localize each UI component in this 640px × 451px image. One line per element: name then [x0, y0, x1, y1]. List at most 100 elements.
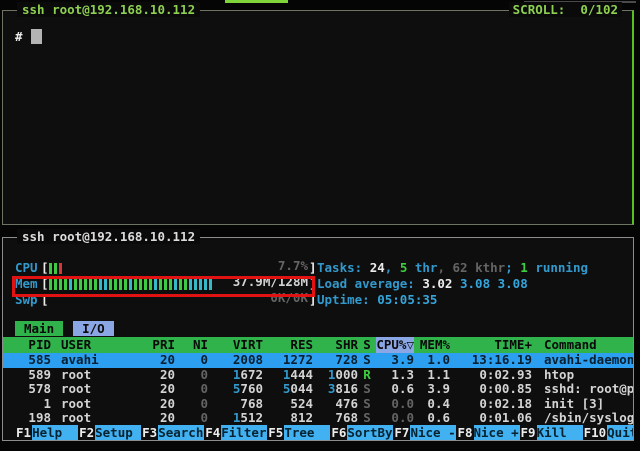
text-segment: 044 [290, 382, 313, 396]
fnkey-number: F1 [15, 425, 32, 440]
cell-ni: 0 [175, 397, 208, 412]
cell-cmd: sshd: root@pts/1 [532, 382, 633, 397]
bracket-open: [ [41, 292, 49, 308]
text-segment: 20 [160, 411, 175, 425]
cell-time: 0:01.06 [450, 411, 532, 426]
cell-s: S [358, 382, 376, 397]
tab-io[interactable]: I/O [73, 321, 114, 336]
text-segment: 760 [240, 382, 263, 396]
fnkey-f4[interactable]: F4Filter [204, 425, 267, 440]
meter-tick [84, 279, 87, 290]
process-row[interactable]: 1root200768524476S0.00.40:02.18init [3] [3, 397, 633, 412]
cell-s: S [358, 411, 376, 426]
text-segment: 0:01.06 [479, 411, 532, 425]
text-segment: 0.0 [391, 397, 414, 411]
cell-cmd: /sbin/syslogd -n [532, 411, 633, 426]
cell-pid: 1 [3, 397, 51, 412]
cell-s: S [358, 397, 376, 412]
meter-tick [164, 279, 167, 290]
text-segment: 24 [370, 260, 385, 275]
text-segment: Tasks: [317, 260, 370, 275]
meter-tick [154, 279, 157, 290]
process-row[interactable]: 578root200576050443816S0.63.90:00.85sshd… [3, 382, 633, 397]
cell-user: avahi [51, 353, 135, 368]
pane-top-ssh[interactable]: ssh root@192.168.10.112 SCROLL: 0/102 # [2, 10, 634, 225]
cell-virt: 1672 [208, 368, 263, 383]
cpu-meter-bar: 7.7% [49, 260, 309, 276]
column-header-pri[interactable]: PRI [135, 337, 175, 353]
cell-cpu: 0.0 [376, 397, 414, 412]
meter-tick [49, 263, 52, 274]
mem-meter-label: Mem [15, 276, 41, 292]
fnkey-f9[interactable]: F9Kill [520, 425, 583, 440]
text-segment: avahi [61, 353, 99, 367]
process-row[interactable]: 589root200167214441000R1.31.10:02.93htop [3, 368, 633, 383]
column-header-ni[interactable]: NI [175, 337, 208, 353]
cell-cpu: 1.3 [376, 368, 414, 383]
cell-user: root [51, 411, 135, 426]
text-segment: root [61, 411, 91, 425]
tab-main[interactable]: Main [15, 321, 63, 336]
cell-pid: 585 [3, 353, 51, 368]
column-header-cmd[interactable]: Command [532, 337, 633, 353]
cell-cpu: 3.9 [376, 353, 414, 368]
cell-pid: 589 [3, 368, 51, 383]
column-header-s[interactable]: S [358, 337, 376, 353]
cell-pri: 20 [135, 411, 175, 426]
meter-tick [134, 279, 137, 290]
column-header-shr[interactable]: SHR [313, 337, 358, 353]
fnkey-f10[interactable]: F10Quit [583, 425, 633, 440]
text-segment: htop [544, 368, 574, 382]
cell-user: root [51, 397, 135, 412]
meter-tick [89, 279, 92, 290]
text-segment: 728 [335, 353, 358, 367]
fnkey-f3[interactable]: F3Search [141, 425, 204, 440]
bracket-close: ] [309, 260, 317, 276]
fnkey-number: F3 [141, 425, 158, 440]
fnkey-f5[interactable]: F5Tree [267, 425, 330, 440]
shell-prompt-line[interactable]: # [15, 29, 42, 44]
cell-ni: 0 [175, 353, 208, 368]
column-header-virt[interactable]: VIRT [208, 337, 263, 353]
text-segment: 20 [160, 368, 175, 382]
cell-shr: 476 [313, 397, 358, 412]
column-header-time[interactable]: TIME+ [450, 337, 532, 353]
meter-tick [104, 279, 107, 290]
fnkey-f7[interactable]: F7Nice - [393, 425, 456, 440]
fnkey-number: F6 [330, 425, 347, 440]
cell-cpu: 0.6 [376, 382, 414, 397]
cell-user: root [51, 368, 135, 383]
fnkey-label: Kill [537, 425, 583, 440]
fnkey-label: Setup [95, 425, 141, 440]
column-header-user[interactable]: USER [51, 337, 135, 353]
text-segment: 0 [200, 353, 208, 367]
meter-tick [144, 279, 147, 290]
fnkey-f1[interactable]: F1Help [15, 425, 78, 440]
cell-res: 5044 [263, 382, 313, 397]
meter-tick [119, 279, 122, 290]
column-header-mem[interactable]: MEM% [414, 337, 450, 353]
cell-time: 0:02.93 [450, 368, 532, 383]
cell-virt: 5760 [208, 382, 263, 397]
cell-res: 1444 [263, 368, 313, 383]
mem-meter-value: 37.9M/128M [233, 276, 308, 290]
column-header-pid[interactable]: PID [3, 337, 51, 353]
fnkey-number: F5 [267, 425, 284, 440]
meter-tick [209, 279, 212, 290]
htop-tabs: Main I/O [15, 321, 114, 336]
fnkey-f8[interactable]: F8Nice + [456, 425, 519, 440]
column-header-cpu[interactable]: CPU%▽ [376, 337, 414, 353]
process-row[interactable]: 198root2001512812768S0.00.60:01.06/sbin/… [3, 411, 633, 426]
text-segment: S [363, 353, 371, 367]
text-segment: 1 [520, 260, 528, 275]
column-header-res[interactable]: RES [263, 337, 313, 353]
fnkey-f2[interactable]: F2Setup [78, 425, 141, 440]
text-segment: 000 [335, 368, 358, 382]
text-segment: sshd: root@pts/1 [544, 382, 633, 396]
process-row-selected[interactable]: 585avahi20020081272728S3.91.013:16.19ava… [3, 353, 633, 368]
text-segment: 0 [200, 368, 208, 382]
fnkey-f6[interactable]: F6SortBy [330, 425, 393, 440]
fnkey-label: Nice + [474, 425, 520, 440]
pane-bottom-htop[interactable]: ssh root@192.168.10.112 CPU[7.7%] Mem[37… [2, 237, 634, 441]
cell-shr: 3816 [313, 382, 358, 397]
